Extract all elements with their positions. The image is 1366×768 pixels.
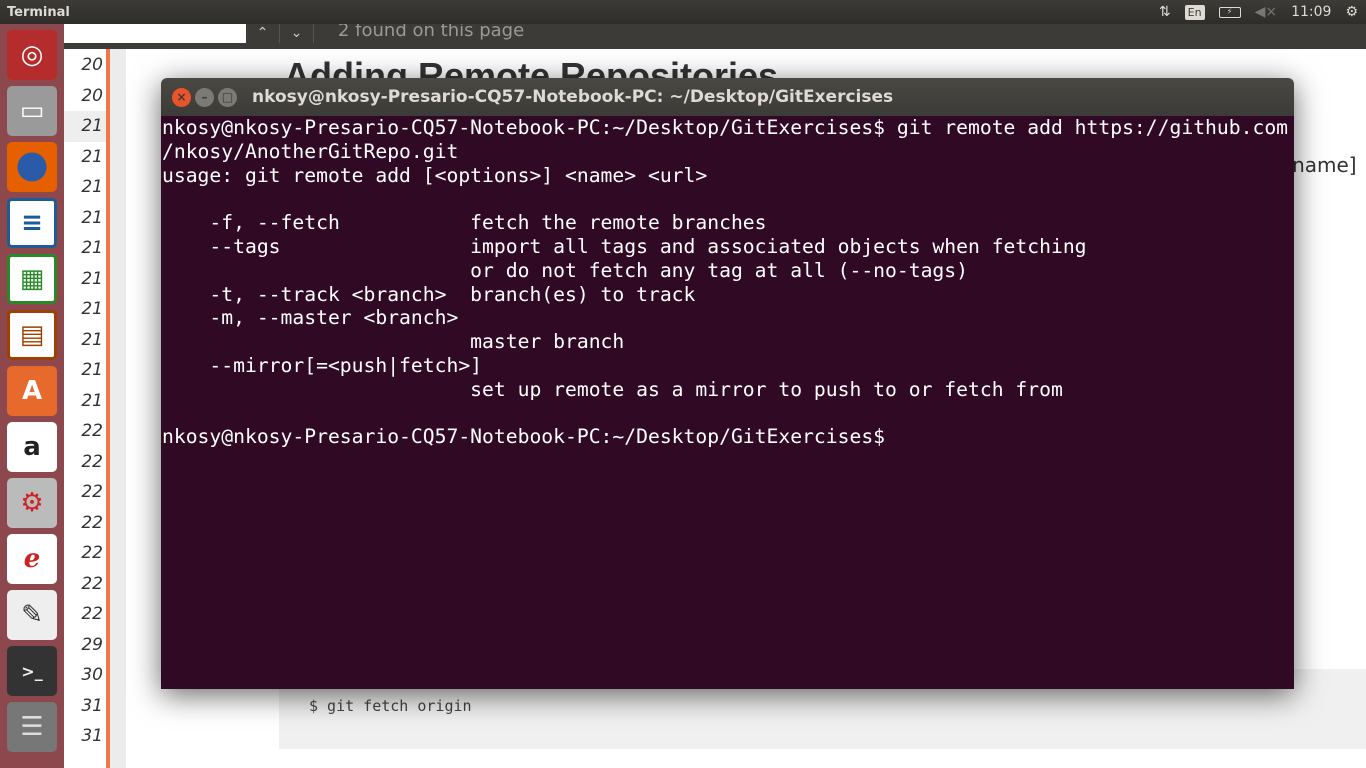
side-list-item[interactable]: 22 bbox=[64, 416, 106, 447]
terminal-window: × – □ nkosy@nkosy-Presario-CQ57-Notebook… bbox=[161, 78, 1294, 689]
side-list-item[interactable]: 21 bbox=[64, 233, 106, 264]
side-list-item[interactable]: 22 bbox=[64, 538, 106, 569]
close-button[interactable]: × bbox=[172, 87, 191, 107]
terminal-line: -f, --fetch fetch the remote branches bbox=[162, 211, 767, 235]
side-list-item[interactable]: 21 bbox=[64, 325, 106, 356]
side-list-item[interactable]: 31 bbox=[64, 721, 106, 752]
side-list-item[interactable]: 21 bbox=[64, 294, 106, 325]
side-list-item[interactable]: 22 bbox=[64, 599, 106, 630]
side-list-item[interactable]: 22 bbox=[64, 447, 106, 478]
writer-icon[interactable]: ≡ bbox=[7, 198, 57, 248]
terminal-titlebar[interactable]: × – □ nkosy@nkosy-Presario-CQ57-Notebook… bbox=[161, 78, 1294, 116]
power-gear-icon[interactable]: ⚙ bbox=[1345, 4, 1358, 20]
side-list-item[interactable]: 29 bbox=[64, 630, 106, 661]
terminal-line: usage: git remote add [<options>] <name>… bbox=[162, 163, 708, 187]
side-list-item[interactable]: 21 bbox=[64, 111, 106, 142]
side-list-item[interactable]: 21 bbox=[64, 203, 106, 234]
files-icon[interactable]: ▭ bbox=[7, 86, 57, 136]
top-panel: Terminal ⇅ En ⚡ ◀× 11:09 ⚙ bbox=[0, 0, 1366, 24]
find-input[interactable] bbox=[64, 24, 246, 43]
system-tray: ⇅ En ⚡ ◀× 11:09 ⚙ bbox=[1159, 0, 1366, 24]
terminal-line: -t, --track <branch> branch(es) to track bbox=[162, 282, 696, 306]
text-editor-icon[interactable]: ✎ bbox=[7, 590, 57, 640]
side-scroll-gutter bbox=[110, 49, 126, 768]
browser-side-list: 20 20 21 21 21 21 21 21 21 21 21 21 22 22 22 22 22 22 22 29… bbox=[64, 49, 106, 768]
side-list-item[interactable]: 21 bbox=[64, 264, 106, 295]
impress-icon[interactable]: ▤ bbox=[7, 310, 57, 360]
maximize-button[interactable]: □ bbox=[218, 87, 237, 107]
firefox-icon[interactable] bbox=[7, 142, 57, 192]
side-list-item[interactable]: 31 bbox=[64, 691, 106, 722]
side-list-item[interactable]: 22 bbox=[64, 477, 106, 508]
workspaces-icon[interactable]: ☰ bbox=[7, 702, 57, 752]
amazon-icon[interactable]: a bbox=[7, 422, 57, 472]
browser-find-bar: ⌃ ⌄ 2 found on this page bbox=[64, 20, 1366, 49]
terminal-line: -m, --master <branch> bbox=[162, 306, 459, 330]
terminal-icon[interactable]: >_ bbox=[7, 646, 57, 696]
calc-icon[interactable]: ▦ bbox=[7, 254, 57, 304]
terminal-line: --mirror[=<push|fetch>] bbox=[162, 353, 483, 377]
terminal-line: /nkosy/AnotherGitRepo.git bbox=[162, 139, 459, 163]
side-list-item[interactable]: 22 bbox=[64, 569, 106, 600]
terminal-line: master branch bbox=[162, 330, 625, 354]
side-list-item[interactable]: 20 bbox=[64, 81, 106, 112]
terminal-line: set up remote as a mirror to push to or … bbox=[162, 377, 1063, 401]
find-next-button[interactable]: ⌄ bbox=[280, 24, 314, 43]
code-text: $ git fetch origin bbox=[309, 697, 472, 715]
terminal-line: nkosy@nkosy-Presario-CQ57-Notebook-PC:~/… bbox=[162, 425, 897, 449]
terminal-line: or do not fetch any tag at all (--no-tag… bbox=[162, 258, 968, 282]
window-title: nkosy@nkosy-Presario-CQ57-Notebook-PC: ~… bbox=[252, 87, 894, 107]
side-list-item[interactable]: 21 bbox=[64, 142, 106, 173]
battery-icon[interactable]: ⚡ bbox=[1218, 6, 1241, 18]
software-center-icon[interactable]: A bbox=[7, 366, 57, 416]
side-list-item[interactable]: 21 bbox=[64, 355, 106, 386]
side-list-item[interactable]: 22 bbox=[64, 508, 106, 539]
document-viewer-icon[interactable]: ℯ bbox=[7, 534, 57, 584]
network-icon[interactable]: ⇅ bbox=[1159, 4, 1171, 20]
volume-muted-icon[interactable]: ◀× bbox=[1255, 4, 1278, 20]
terminal-output[interactable]: nkosy@nkosy-Presario-CQ57-Notebook-PC:~/… bbox=[161, 116, 1294, 689]
keyboard-layout-indicator[interactable]: En bbox=[1184, 4, 1205, 20]
ubuntu-dash-icon[interactable]: ◎ bbox=[7, 30, 57, 80]
side-list-item[interactable]: 21 bbox=[64, 386, 106, 417]
terminal-line: --tags import all tags and associated ob… bbox=[162, 234, 1087, 258]
unity-launcher: ◎ ▭ ≡ ▦ ▤ A a ⚙ ℯ ✎ >_ ☰ bbox=[0, 24, 64, 768]
system-settings-icon[interactable]: ⚙ bbox=[7, 478, 57, 528]
terminal-line: nkosy@nkosy-Presario-CQ57-Notebook-PC:~/… bbox=[162, 116, 1289, 139]
minimize-button[interactable]: – bbox=[195, 87, 214, 107]
side-list-item[interactable]: 21 bbox=[64, 172, 106, 203]
side-list-item[interactable]: 30 bbox=[64, 660, 106, 691]
find-previous-button[interactable]: ⌃ bbox=[246, 24, 280, 43]
clock[interactable]: 11:09 bbox=[1291, 4, 1331, 20]
active-app-name: Terminal bbox=[7, 4, 70, 20]
side-list-item[interactable]: 20 bbox=[64, 50, 106, 81]
